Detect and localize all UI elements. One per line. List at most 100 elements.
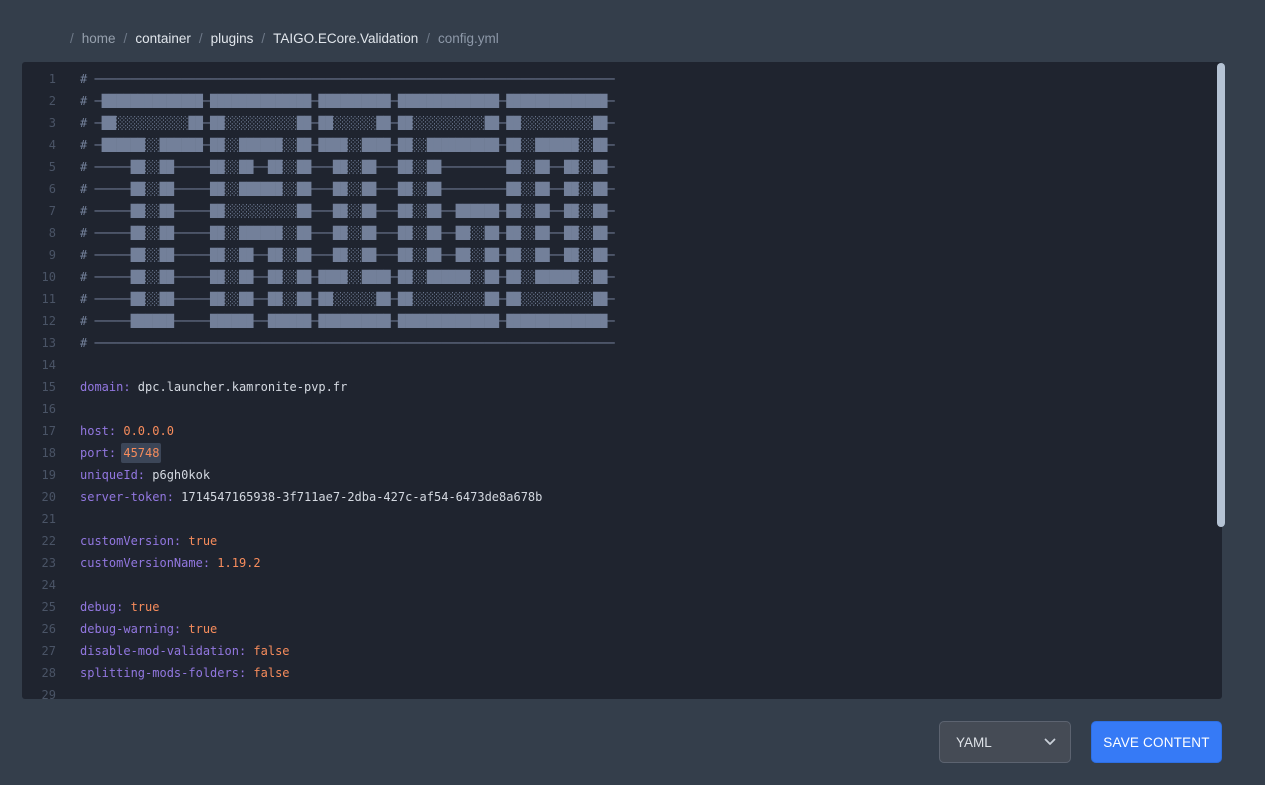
editor-line[interactable]: 29 xyxy=(22,684,1222,699)
breadcrumb-separator: / xyxy=(261,30,265,47)
line-content: # ─────██░░██─────██░░██████░░██───██░░█… xyxy=(80,222,615,244)
line-content: debug: true xyxy=(80,596,159,618)
line-number: 5 xyxy=(22,156,68,178)
breadcrumb-segment-taigo-ecore-validation[interactable]: TAIGO.ECore.Validation xyxy=(273,30,418,47)
breadcrumb-segment-container[interactable]: container xyxy=(135,30,191,47)
line-number: 10 xyxy=(22,266,68,288)
line-content: disable-mod-validation: false xyxy=(80,640,290,662)
line-content: customVersionName: 1.19.2 xyxy=(80,552,261,574)
code-segment: debug-warning: xyxy=(80,622,181,636)
editor-line[interactable]: 27disable-mod-validation: false xyxy=(22,640,1222,662)
code-segment: dpc.launcher.kamronite-pvp.fr xyxy=(131,380,348,394)
line-number: 12 xyxy=(22,310,68,332)
line-number: 2 xyxy=(22,90,68,112)
editor-line[interactable]: 9# ─────██░░██─────██░░██──██░░██───██░░… xyxy=(22,244,1222,266)
line-content: # ─────██░░██─────██░░░░░░░░░░██───██░░█… xyxy=(80,200,615,222)
editor-line[interactable]: 22 customVersion: true xyxy=(22,530,1222,552)
breadcrumb-segment-home: home xyxy=(82,30,116,47)
code-segment: # ─────██░░██─────██░░██──██░░██───██░░█… xyxy=(80,248,615,262)
editor-line[interactable]: 21 xyxy=(22,508,1222,530)
line-number: 13 xyxy=(22,332,68,354)
line-content: # ─██████░░██████─██░░██████░░██─████░░█… xyxy=(80,134,615,156)
editor-line[interactable]: 12 # ─────██████─────██████──██████─█████… xyxy=(22,310,1222,332)
breadcrumb-separator: / xyxy=(199,30,203,47)
breadcrumb-segment-config-yml: config.yml xyxy=(438,30,499,47)
line-content: domain: dpc.launcher.kamronite-pvp.fr xyxy=(80,376,347,398)
editor-line[interactable]: 13 # ────────────────────────────────────… xyxy=(22,332,1222,354)
line-content: # ──────────────────────────────────────… xyxy=(80,332,615,354)
editor-line[interactable]: 19uniqueId: p6gh0kok xyxy=(22,464,1222,486)
editor-scrollbar-thumb[interactable] xyxy=(1217,63,1225,527)
editor-wrap: 1 # ─────────────────────────────────────… xyxy=(22,62,1222,699)
file-editor-page: / home / container / plugins / TAIGO.ECore.Vali… xyxy=(0,0,1265,763)
code-segment: # ─────██░░██─────██░░██──██░░██───██░░█… xyxy=(80,160,615,174)
editor-line[interactable]: 5 # ─────██░░██─────██░░██──██░░██───██░░… xyxy=(22,156,1222,178)
chevron-down-icon xyxy=(1044,738,1056,746)
code-segment: domain: xyxy=(80,380,131,394)
code-segment: # ──────────────────────────────────────… xyxy=(80,336,615,350)
line-number: 25 xyxy=(22,596,68,618)
breadcrumb-segment-plugins[interactable]: plugins xyxy=(211,30,254,47)
code-segment: splitting-mods-folders: xyxy=(80,666,246,680)
code-segment: customVersion: xyxy=(80,534,181,548)
editor-line[interactable]: 26debug-warning: true xyxy=(22,618,1222,640)
line-number: 1 xyxy=(22,68,68,90)
editor-line[interactable]: 11# ─────██░░██─────██░░██──██░░██─██░░░… xyxy=(22,288,1222,310)
line-content: # ──────────────────────────────────────… xyxy=(80,68,615,90)
editor-line[interactable]: 4# ─██████░░██████─██░░██████░░██─████░░… xyxy=(22,134,1222,156)
editor-line[interactable]: 25 debug: true xyxy=(22,596,1222,618)
line-number: 21 xyxy=(22,508,68,530)
line-number: 8 xyxy=(22,222,68,244)
code-segment: customVersionName: xyxy=(80,556,210,570)
code-segment: # ─██████████████─██████████████─███████… xyxy=(80,94,615,108)
code-segment: # ─────██░░██─────██░░██████░░██───██░░█… xyxy=(80,226,615,240)
editor-line[interactable]: 14 xyxy=(22,354,1222,376)
line-content: server-token: 1714547165938-3f711ae7-2db… xyxy=(80,486,542,508)
code-segment: 1714547165938-3f711ae7-2dba-427c-af54-64… xyxy=(174,490,542,504)
editor-line[interactable]: 1 # ─────────────────────────────────────… xyxy=(22,68,1222,90)
save-content-button[interactable]: SAVE CONTENT xyxy=(1091,721,1222,763)
editor-line[interactable]: 10 # ─────██░░██─────██░░██──██░░██─████░… xyxy=(22,266,1222,288)
editor-line[interactable]: 2 # ─██████████████─██████████████─██████… xyxy=(22,90,1222,112)
language-select[interactable]: YAML xyxy=(939,721,1071,763)
editor-line[interactable]: 17host: 0.0.0.0 xyxy=(22,420,1222,442)
line-content: # ─────██████─────██████──██████─███████… xyxy=(80,310,615,332)
editor-line[interactable]: 20 server-token: 1714547165938-3f711ae7-2… xyxy=(22,486,1222,508)
breadcrumb-separator: / xyxy=(124,30,128,47)
code-segment: 0.0.0.0 xyxy=(116,424,174,438)
line-content: uniqueId: p6gh0kok xyxy=(80,464,210,486)
line-number: 18 xyxy=(22,442,68,464)
editor-line[interactable]: 28splitting-mods-folders: false xyxy=(22,662,1222,684)
line-number: 29 xyxy=(22,684,68,699)
line-number: 15 xyxy=(22,376,68,398)
line-number: 22 xyxy=(22,530,68,552)
editor-line[interactable]: 24 xyxy=(22,574,1222,596)
line-content: customVersion: true xyxy=(80,530,217,552)
code-segment: # ──────────────────────────────────────… xyxy=(80,72,615,86)
line-number: 20 xyxy=(22,486,68,508)
editor-controls: YAML SAVE CONTENT xyxy=(22,721,1222,763)
code-segment: # ─██████░░██████─██░░██████░░██─████░░█… xyxy=(80,138,615,152)
code-segment: # ─██░░░░░░░░░░██─██░░░░░░░░░░██─██░░░░░… xyxy=(80,116,615,130)
code-segment: port: xyxy=(80,446,116,460)
editor-line[interactable]: 7# ─────██░░██─────██░░░░░░░░░░██───██░░… xyxy=(22,200,1222,222)
editor-line[interactable]: 6 # ─────██░░██─────██░░██████░░██───██░░… xyxy=(22,178,1222,200)
code-segment: server-token: xyxy=(80,490,174,504)
code-segment: # ─────██░░██─────██░░██──██░░██─████░░█… xyxy=(80,270,615,284)
code-segment: # ─────██░░██─────██░░░░░░░░░░██───██░░█… xyxy=(80,204,615,218)
code-editor[interactable]: 1 # ─────────────────────────────────────… xyxy=(22,62,1222,699)
editor-line[interactable]: 23 customVersionName: 1.19.2 xyxy=(22,552,1222,574)
line-number: 23 xyxy=(22,552,68,574)
line-content: # ─────██░░██─────██░░██████░░██───██░░█… xyxy=(80,178,615,200)
code-segment: uniqueId: xyxy=(80,468,145,482)
editor-line[interactable]: 18port: 45748 xyxy=(22,442,1222,464)
code-segment: 1.19.2 xyxy=(210,556,261,570)
editor-line[interactable]: 8 # ─────██░░██─────██░░██████░░██───██░░… xyxy=(22,222,1222,244)
editor-line[interactable]: 15 domain: dpc.launcher.kamronite-pvp.fr xyxy=(22,376,1222,398)
editor-line[interactable]: 3# ─██░░░░░░░░░░██─██░░░░░░░░░░██─██░░░░… xyxy=(22,112,1222,134)
code-segment: true xyxy=(181,534,217,548)
language-select-value: YAML xyxy=(956,735,992,750)
breadcrumb-separator: / xyxy=(426,30,430,47)
line-number: 6 xyxy=(22,178,68,200)
editor-line[interactable]: 16 xyxy=(22,398,1222,420)
